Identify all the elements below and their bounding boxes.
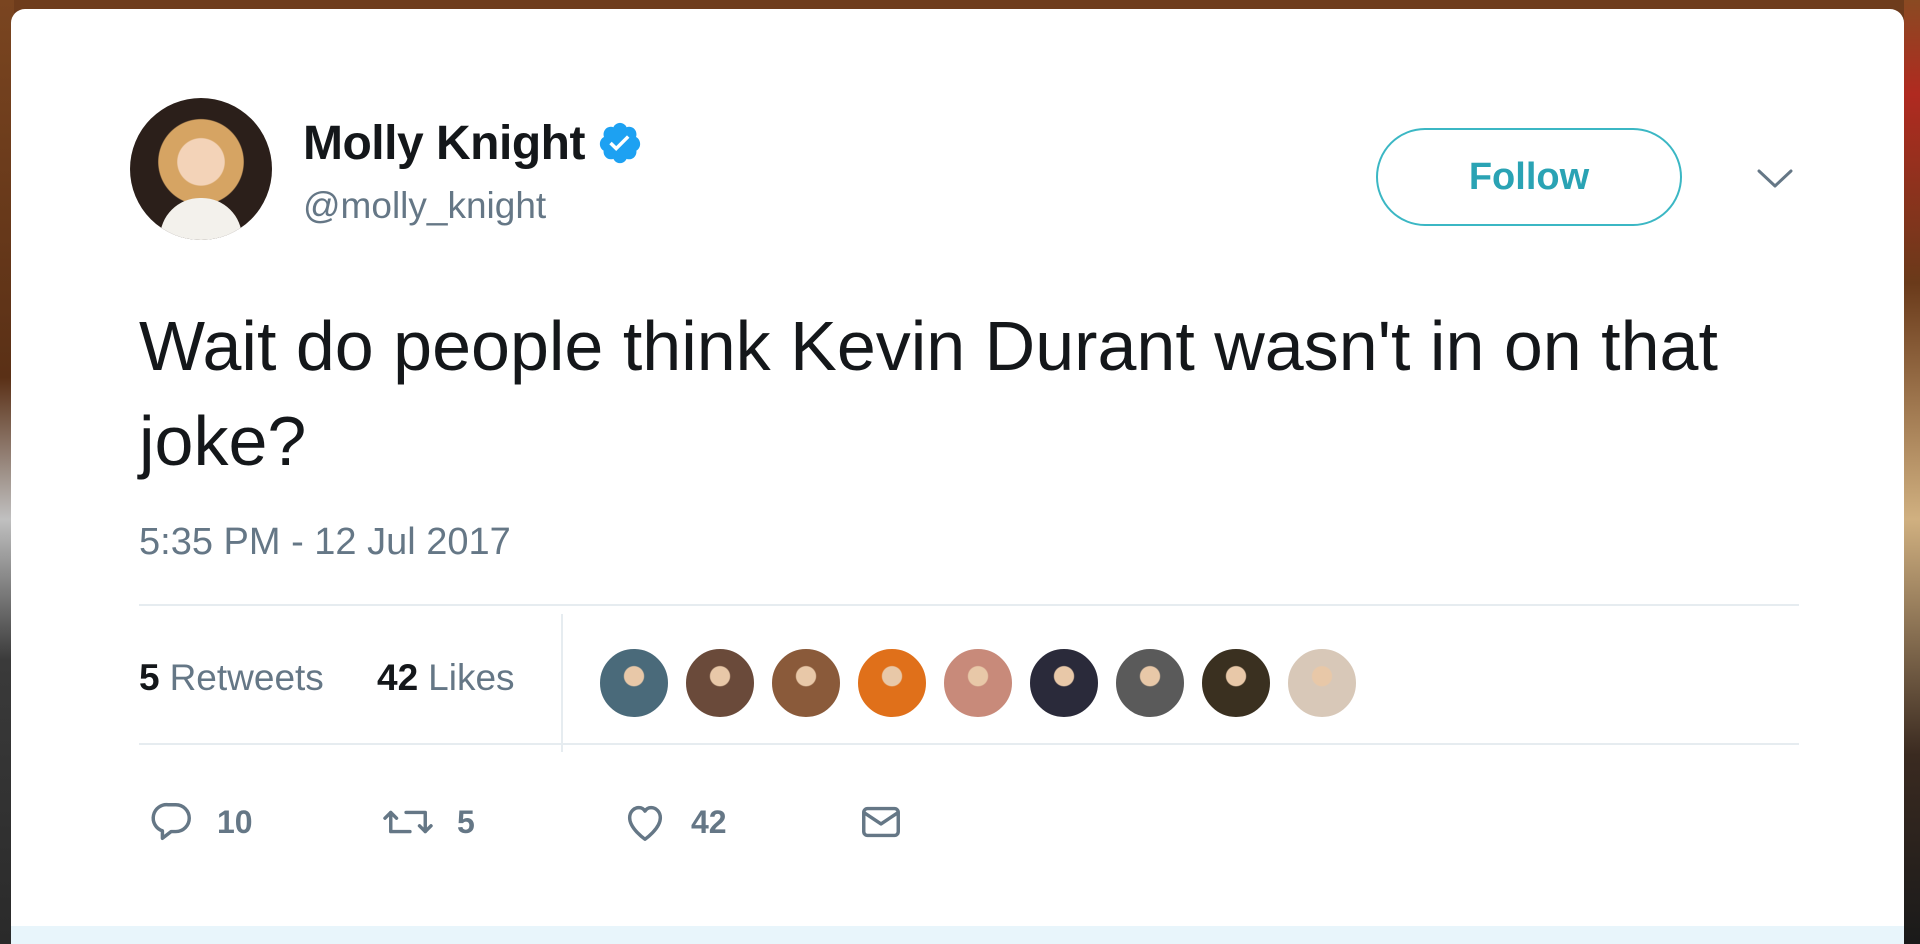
tweet-text: Wait do people think Kevin Durant wasn't…	[139, 307, 1718, 480]
likes-stat[interactable]: 42 Likes	[377, 657, 515, 699]
retweet-button[interactable]: 5	[381, 797, 475, 847]
reply-icon	[149, 799, 195, 845]
liker-avatar[interactable]	[942, 647, 1014, 719]
display-name[interactable]: Molly Knight	[303, 116, 585, 171]
envelope-icon	[857, 799, 905, 845]
likers-avatars	[598, 647, 1372, 719]
liker-avatar[interactable]	[1028, 647, 1100, 719]
avatar[interactable]	[130, 98, 272, 240]
likes-count: 42	[377, 657, 419, 698]
likes-label: Likes	[428, 657, 515, 698]
direct-message-button[interactable]	[857, 797, 905, 847]
liker-avatar[interactable]	[1200, 647, 1272, 719]
reply-button[interactable]: 10	[149, 797, 253, 847]
retweets-count: 5	[139, 657, 160, 698]
like-count: 42	[691, 803, 727, 840]
retweets-stat[interactable]: 5 Retweets	[139, 657, 324, 699]
verified-badge-icon	[597, 120, 643, 166]
stats-vertical-divider	[561, 614, 563, 752]
retweet-icon	[381, 799, 435, 845]
tweet-timestamp[interactable]: 5:35 PM - 12 Jul 2017	[139, 521, 511, 564]
heart-icon	[621, 799, 669, 845]
liker-avatar[interactable]	[684, 647, 756, 719]
avatar-shirt	[160, 198, 242, 240]
like-button[interactable]: 42	[621, 797, 727, 847]
stats-bottom-divider	[139, 743, 1799, 745]
tweet-card: Molly Knight @molly_knight Follow Wait d…	[11, 9, 1904, 944]
liker-avatar[interactable]	[1114, 647, 1186, 719]
retweets-label: Retweets	[169, 657, 324, 698]
retweet-count: 5	[457, 803, 475, 840]
stats-top-divider	[139, 604, 1799, 606]
background-right	[1904, 0, 1920, 944]
card-bottom-strip	[11, 926, 1904, 944]
author-name-row: Molly Knight	[303, 113, 643, 173]
reply-count: 10	[217, 803, 253, 840]
follow-button[interactable]: Follow	[1376, 128, 1682, 226]
liker-avatar[interactable]	[1286, 647, 1358, 719]
liker-avatar[interactable]	[598, 647, 670, 719]
chevron-down-icon[interactable]	[1756, 167, 1794, 191]
liker-avatar[interactable]	[770, 647, 842, 719]
liker-avatar[interactable]	[856, 647, 928, 719]
user-handle[interactable]: @molly_knight	[303, 185, 546, 227]
